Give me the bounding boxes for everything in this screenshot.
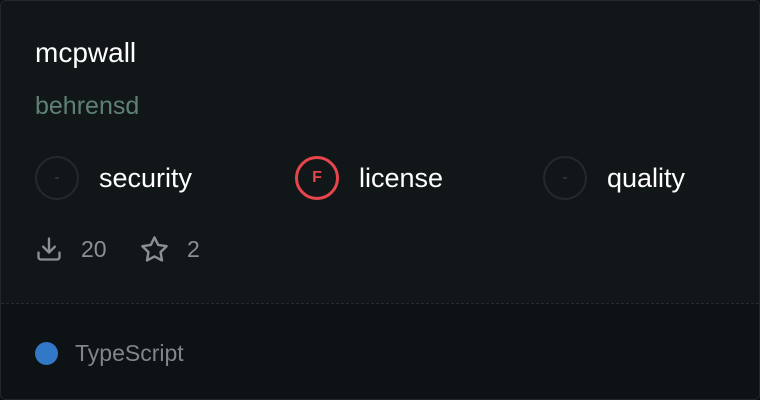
star-icon <box>140 235 169 264</box>
package-name[interactable]: mcpwall <box>35 35 136 71</box>
card-footer: TypeScript <box>1 303 759 399</box>
quality-grade-badge: - <box>543 156 587 200</box>
downloads-count: 20 <box>81 235 107 262</box>
security-grade-badge: - <box>35 156 79 200</box>
quality-score: - quality <box>543 154 685 202</box>
license-label: license <box>359 162 444 193</box>
downloads-stat: 20 <box>35 232 107 266</box>
language-name: TypeScript <box>75 340 184 366</box>
security-label: security <box>99 162 193 193</box>
stars-stat: 2 <box>140 232 200 266</box>
security-score: - security <box>35 154 192 202</box>
language-indicator: TypeScript <box>35 340 184 367</box>
package-owner[interactable]: behrensd <box>35 89 139 123</box>
quality-label: quality <box>607 162 686 193</box>
license-score: F license <box>295 154 443 202</box>
license-grade-badge: F <box>295 156 339 200</box>
package-card[interactable]: mcpwall behrensd - security F license - … <box>0 0 760 400</box>
stars-count: 2 <box>187 235 200 262</box>
language-color-dot <box>35 342 58 365</box>
download-icon <box>35 235 63 263</box>
